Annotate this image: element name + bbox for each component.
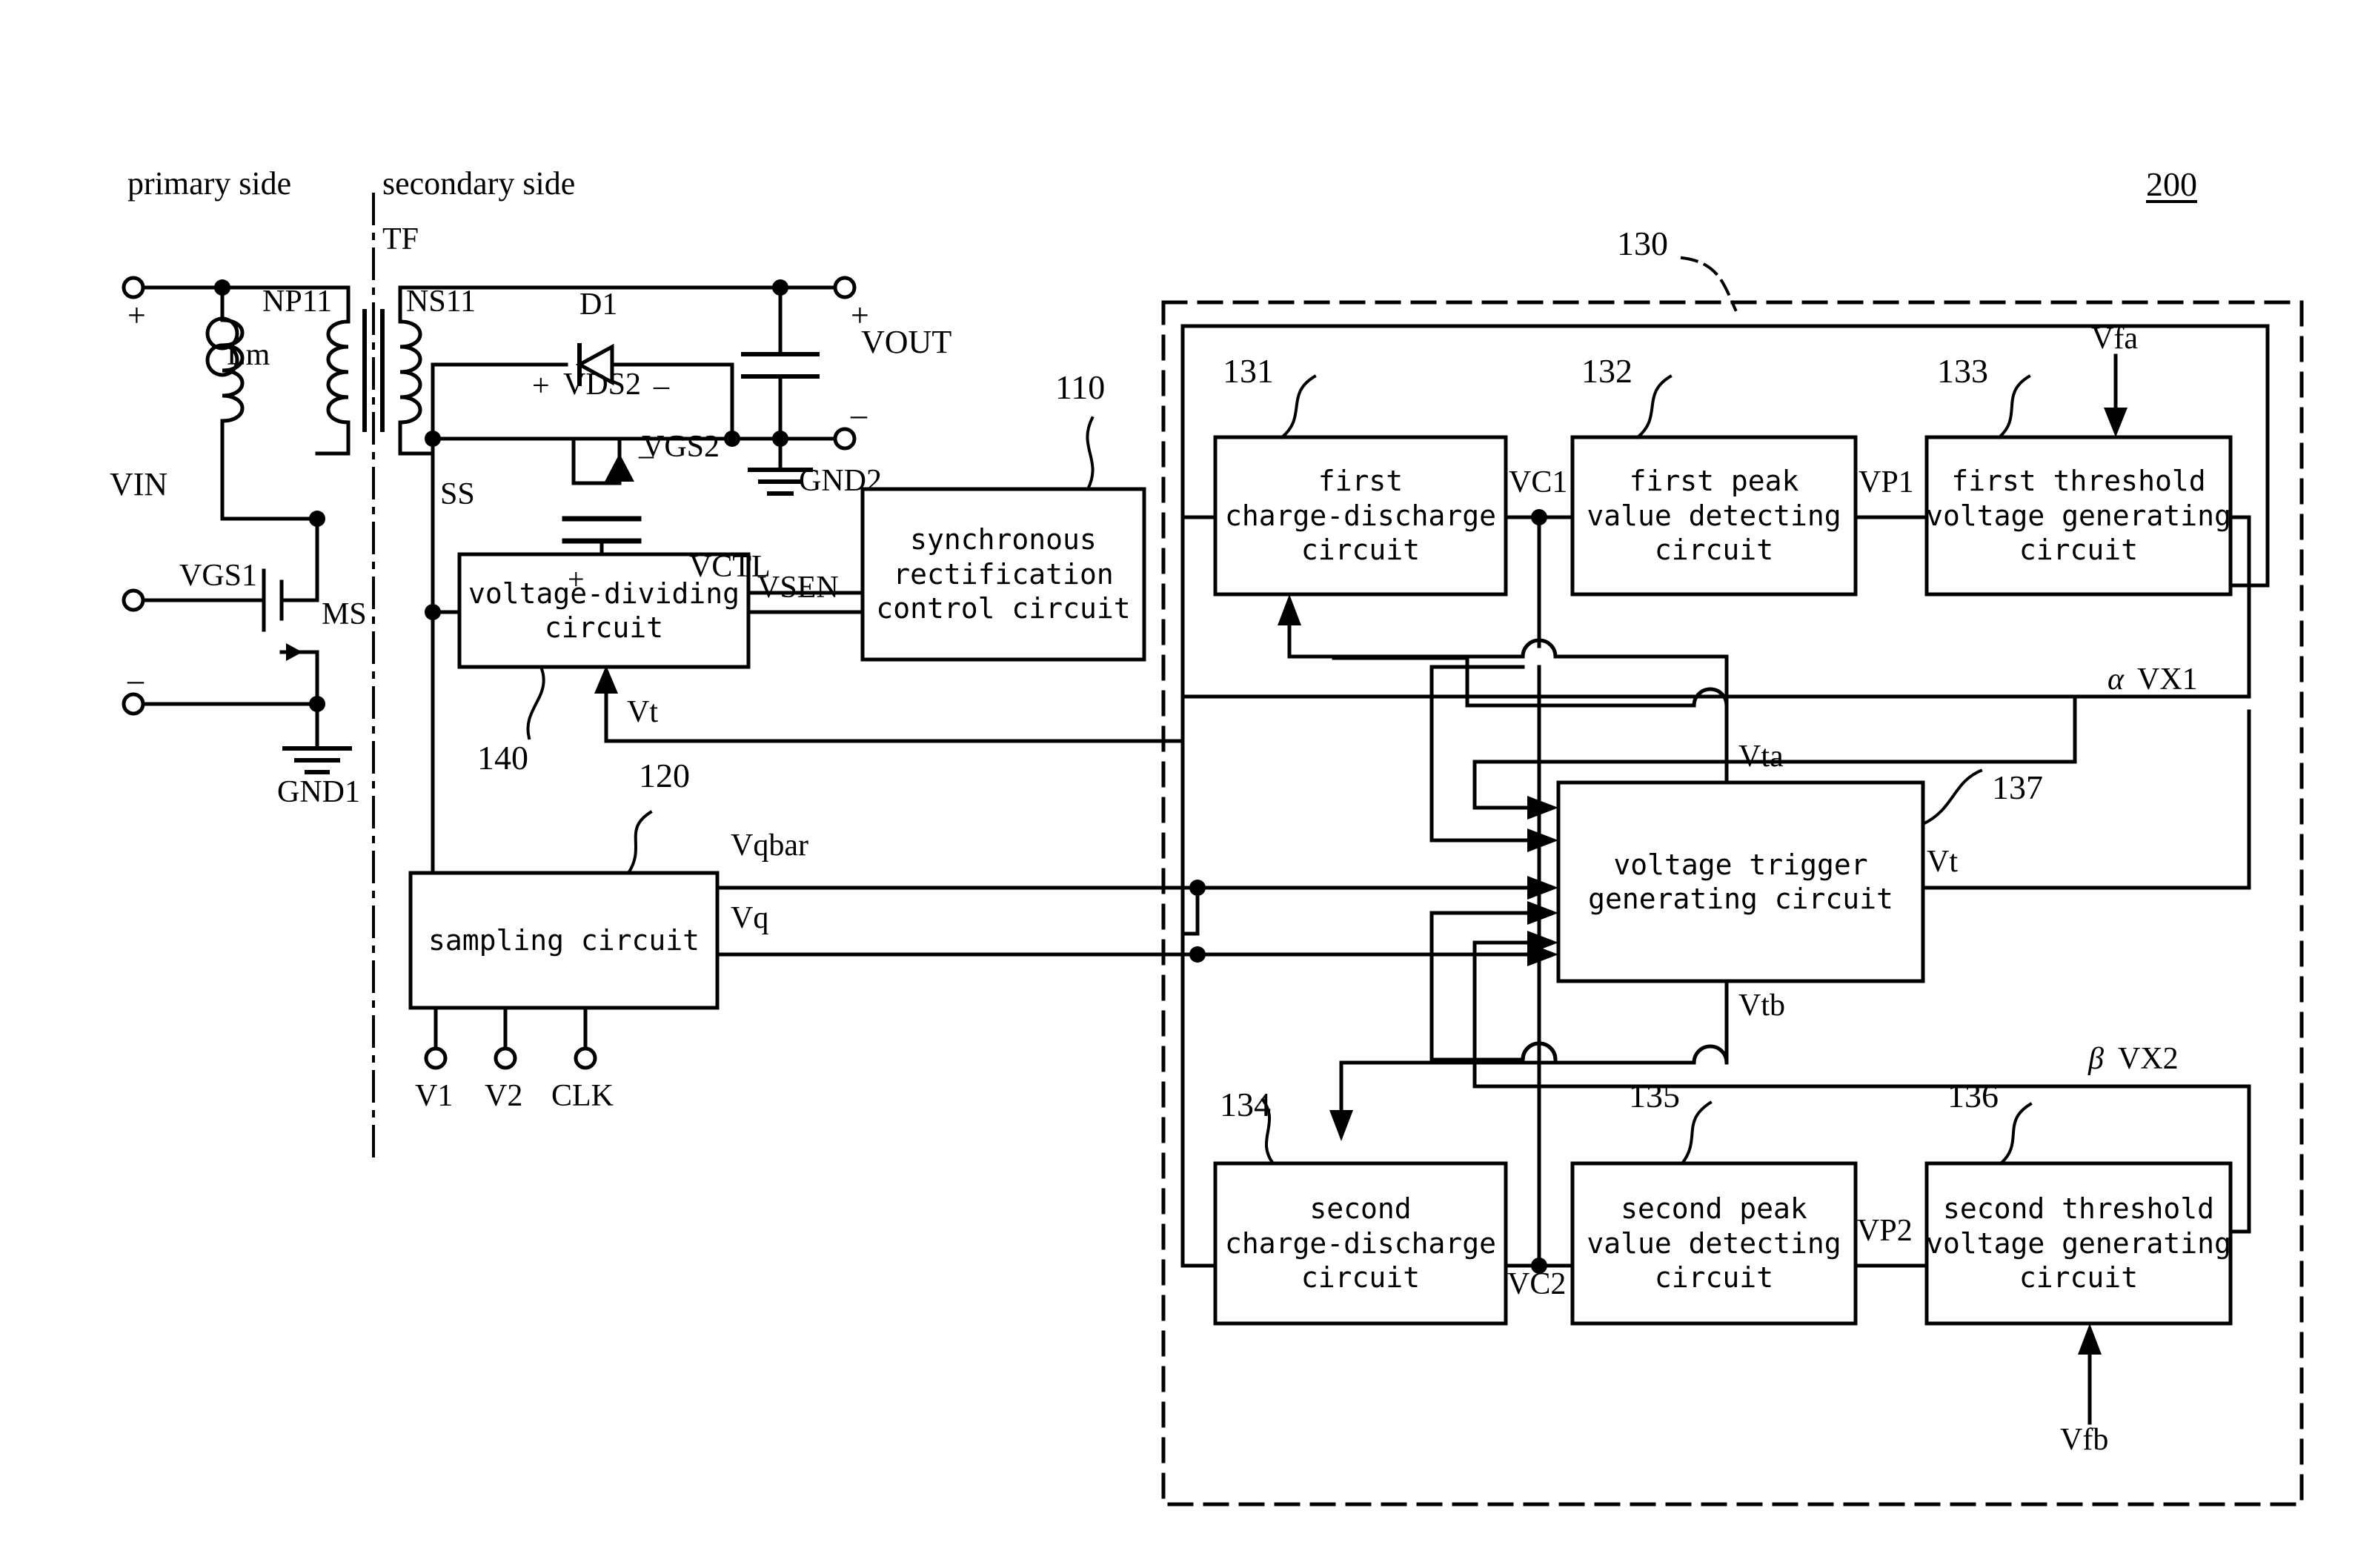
ref-120: 120	[639, 757, 690, 794]
vdiv-line-1: circuit	[544, 611, 664, 644]
primary-side-label: primary side	[127, 165, 292, 202]
first-threshold-text: first threshold voltage generating circu…	[1926, 437, 2231, 594]
vds2-plus-label: +	[532, 369, 550, 403]
vds2-minus-label: –	[654, 369, 669, 403]
vsen-label: VSEN	[757, 571, 839, 605]
figure-canvas: primary side secondary side TF NP11 Lm V…	[0, 0, 2355, 1568]
ref-137: 137	[1992, 768, 2043, 806]
ref-134: 134	[1220, 1086, 1271, 1123]
ns11-label: NS11	[406, 285, 476, 319]
secondary-side-label: secondary side	[382, 165, 576, 202]
vgs1-label: VGS1	[179, 559, 258, 593]
b132-line-1: value detecting	[1587, 499, 1841, 532]
ss-label: SS	[440, 477, 475, 511]
vfb-label: Vfb	[2060, 1423, 2109, 1457]
voltage-trigger-text: voltage trigger generating circuit	[1558, 783, 1923, 981]
sync-line-0: synchronous	[910, 523, 1097, 557]
b133-line-2: circuit	[2019, 534, 2139, 567]
b136-line-1: voltage generating	[1926, 1226, 2231, 1260]
vp1-label: VP1	[1859, 465, 1914, 499]
b132-line-0: first peak	[1629, 465, 1799, 498]
ref-140: 140	[477, 739, 528, 777]
ref-133: 133	[1937, 352, 1988, 390]
vc1-label: VC1	[1509, 465, 1568, 499]
first-peak-value-text: first peak value detecting circuit	[1572, 437, 1856, 594]
sync-line-2: control circuit	[876, 592, 1131, 625]
v2-label: V2	[485, 1079, 523, 1113]
b134-line-1: charge-discharge	[1224, 1226, 1497, 1260]
first-charge-discharge-text: first charge-discharge circuit	[1215, 437, 1506, 594]
ref-135: 135	[1629, 1077, 1680, 1114]
np11-label: NP11	[262, 285, 333, 319]
vout-label: VOUT	[861, 324, 952, 360]
gnd1-label: GND1	[277, 775, 360, 809]
ref-200: 200	[2146, 165, 2197, 203]
second-charge-discharge-text: second charge-discharge circuit	[1215, 1163, 1506, 1323]
vout-minus-label: –	[851, 396, 867, 433]
b137-line-0: voltage trigger	[1613, 848, 1868, 881]
vout-plus-label: +	[851, 297, 869, 333]
samp-line-0: sampling circuit	[428, 923, 700, 957]
ref-110: 110	[1055, 368, 1106, 406]
b135-line-0: second peak	[1621, 1192, 1807, 1226]
b134-line-0: second	[1309, 1192, 1412, 1226]
vqbar-label: Vqbar	[731, 828, 808, 863]
b133-line-0: first threshold	[1951, 465, 2206, 498]
b137-line-1: generating circuit	[1588, 883, 1893, 915]
vgs2-label: VGS2	[642, 430, 720, 464]
ref-132: 132	[1581, 352, 1632, 390]
b134-line-2: circuit	[1301, 1261, 1421, 1295]
b131-line-0: first	[1318, 465, 1404, 498]
voltage-dividing-text: voltage-dividing circuit	[459, 554, 748, 667]
second-threshold-text: second threshold voltage generating circ…	[1926, 1163, 2231, 1323]
b136-line-0: second threshold	[1942, 1192, 2215, 1226]
alpha-symbol: α	[2107, 662, 2125, 697]
lm-label: Lm	[227, 338, 270, 372]
sampling-circuit-text: sampling circuit	[411, 873, 717, 1008]
ref-131: 131	[1223, 352, 1274, 390]
b132-line-2: circuit	[1654, 534, 1774, 567]
b133-line-1: voltage generating	[1926, 499, 2231, 532]
b131-line-2: circuit	[1301, 534, 1421, 567]
b136-line-2: circuit	[2019, 1261, 2139, 1295]
beta-vx2-label: VX2	[2118, 1042, 2179, 1076]
d1-label: D1	[579, 288, 618, 322]
vta-label: Vta	[1738, 740, 1784, 774]
v1-label: V1	[415, 1079, 454, 1113]
vt-label-left: Vt	[627, 695, 658, 729]
vdiv-line-0: voltage-dividing	[468, 577, 740, 610]
alpha-vx1-label: VX1	[2137, 662, 2198, 697]
sync-rect-control-text: synchronous rectification control circui…	[863, 489, 1144, 660]
ms-label: MS	[322, 597, 367, 631]
ref-136: 136	[1947, 1077, 1999, 1114]
input-minus-label: –	[127, 662, 144, 698]
ref-130: 130	[1617, 225, 1668, 262]
vtb-label: Vtb	[1738, 989, 1785, 1023]
b131-line-1: charge-discharge	[1224, 499, 1497, 532]
clk-label: CLK	[551, 1079, 614, 1113]
vt-label-right: Vt	[1927, 845, 1958, 879]
vin-label: VIN	[110, 466, 168, 502]
b135-line-2: circuit	[1654, 1261, 1774, 1295]
vq-label: Vq	[731, 901, 769, 935]
input-plus-label: +	[127, 297, 146, 333]
sync-line-1: rectification	[893, 557, 1114, 591]
b135-line-1: value detecting	[1587, 1226, 1841, 1260]
vds2-label: VDS2	[563, 368, 642, 402]
transformer-label: TF	[382, 222, 419, 256]
vfa-label: Vfa	[2091, 322, 2138, 356]
vc2-label: VC2	[1507, 1267, 1567, 1301]
second-peak-value-text: second peak value detecting circuit	[1572, 1163, 1856, 1323]
vp2-label: VP2	[1857, 1214, 1913, 1248]
beta-symbol: β	[2088, 1042, 2104, 1076]
